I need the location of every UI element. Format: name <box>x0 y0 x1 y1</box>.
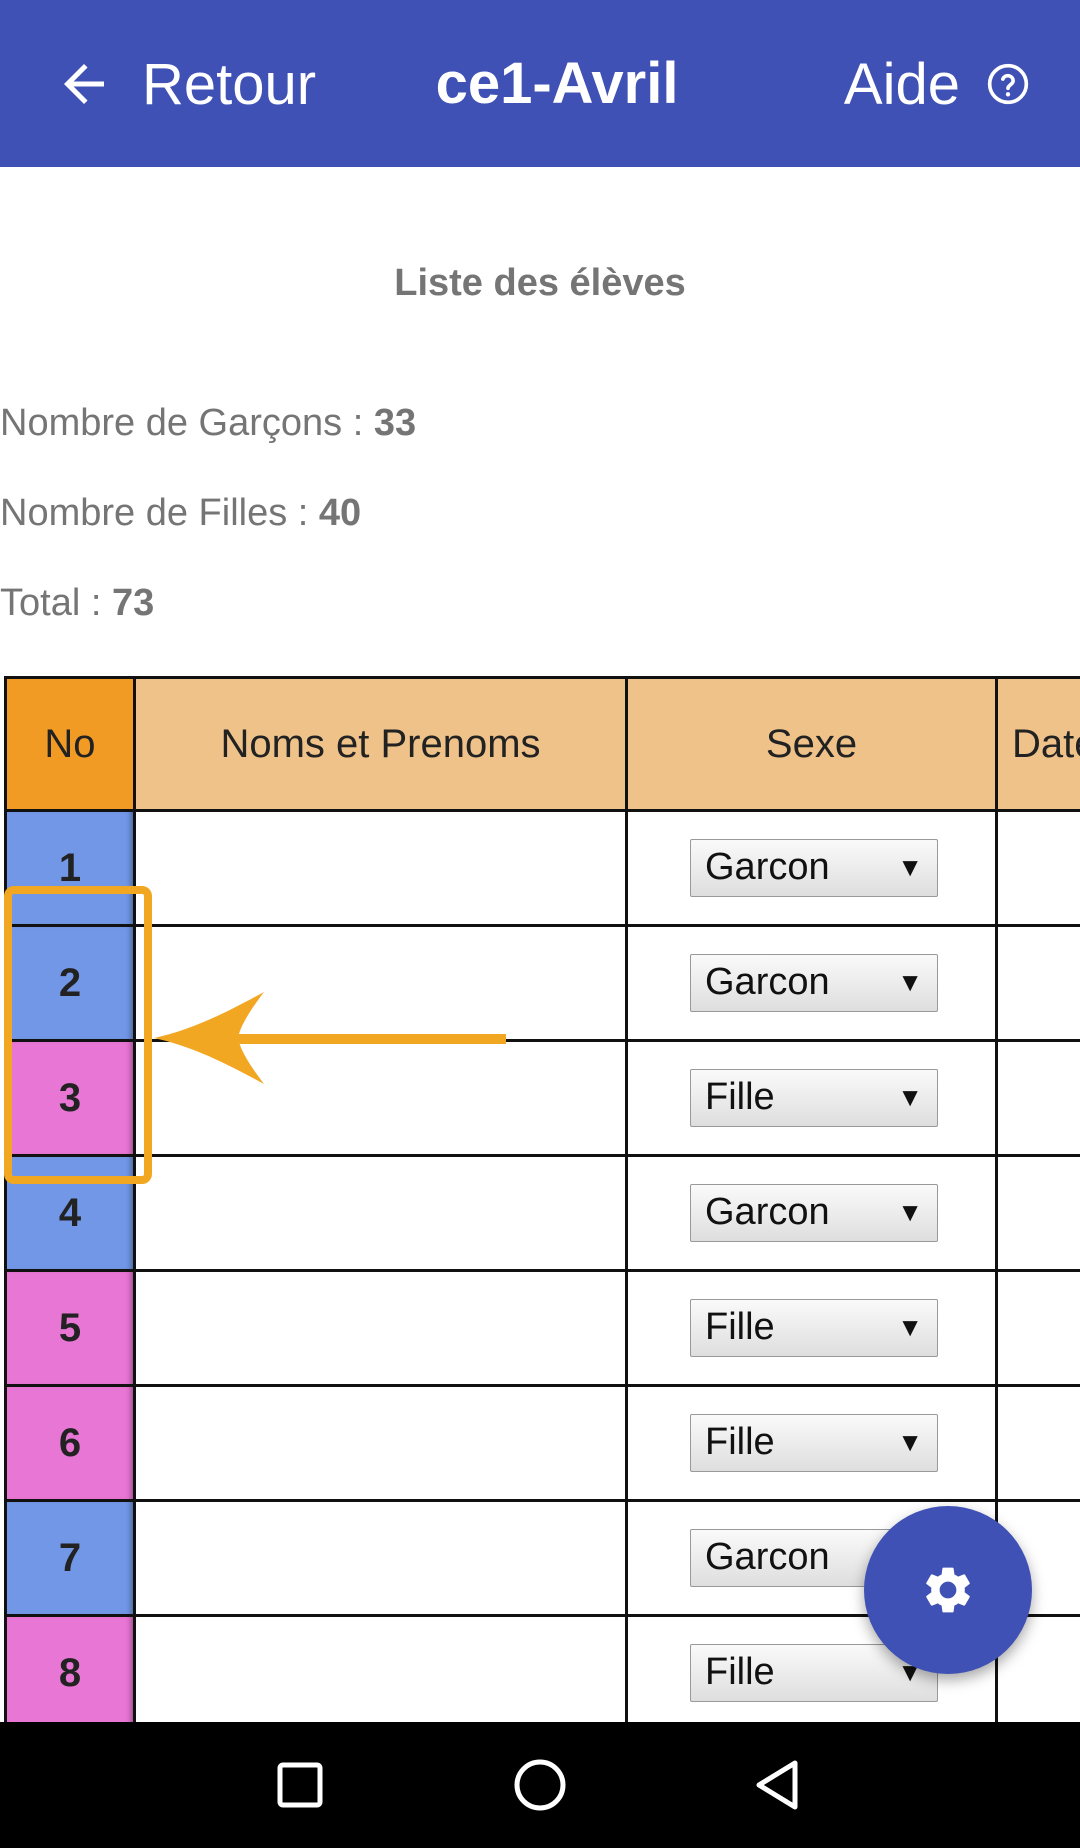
help-button[interactable]: Aide <box>844 44 1030 124</box>
student-name-cell[interactable] <box>136 1502 628 1617</box>
highlight-arrow-icon <box>154 992 506 1084</box>
gear-icon <box>926 1567 970 1613</box>
date-cell[interactable] <box>998 1157 1080 1272</box>
boys-count-text: Nombre de Garçons : 33 <box>0 402 416 445</box>
table-row: 1 Garcon ▼ <box>4 812 1080 927</box>
back-label: Retour <box>142 51 317 117</box>
date-cell[interactable] <box>998 812 1080 927</box>
sexe-select-value: Fille <box>705 1306 775 1348</box>
back-button[interactable]: Retour <box>54 44 316 124</box>
arrow-left-icon <box>64 64 104 104</box>
student-name-cell[interactable] <box>136 1272 628 1387</box>
sexe-select-value: Garcon <box>705 1191 830 1233</box>
page-title: ce1-Avril <box>435 51 679 116</box>
home-circle-icon <box>514 1759 566 1811</box>
settings-fab[interactable] <box>864 1506 1032 1674</box>
system-nav-bar <box>0 1722 1080 1848</box>
table-row: 6 Fille ▼ <box>4 1387 1080 1502</box>
sexe-select-value: Garcon <box>705 961 830 1003</box>
girls-count-text: Nombre de Filles : 40 <box>0 492 361 535</box>
sexe-select-value: Garcon <box>705 846 830 888</box>
column-header-sexe: Sexe <box>628 676 998 812</box>
student-name-cell[interactable] <box>136 1617 628 1732</box>
student-name-cell[interactable] <box>136 1157 628 1272</box>
sexe-select[interactable]: Garcon ▼ <box>690 839 938 897</box>
sexe-select-value: Fille <box>705 1421 775 1463</box>
row-number: 5 <box>4 1272 136 1387</box>
girls-count-label: Nombre de Filles : <box>0 492 319 534</box>
sexe-select-value: Fille <box>705 1651 775 1693</box>
back-triangle-icon <box>756 1760 798 1810</box>
sexe-select[interactable]: Fille ▼ <box>690 1299 938 1357</box>
help-circle-icon <box>987 63 1029 105</box>
dropdown-caret-icon: ▼ <box>897 1082 923 1112</box>
total-count-value: 73 <box>111 582 155 624</box>
total-count-text: Total : 73 <box>0 582 154 625</box>
recents-square-icon <box>277 1762 323 1808</box>
sexe-cell: Fille ▼ <box>628 1042 998 1157</box>
boys-count-label: Nombre de Garçons : <box>0 402 374 444</box>
sexe-select-value: Fille <box>705 1076 775 1118</box>
sexe-cell: Garcon ▼ <box>628 927 998 1042</box>
dropdown-caret-icon: ▼ <box>897 1197 923 1227</box>
date-cell[interactable] <box>998 927 1080 1042</box>
highlight-box <box>4 886 152 1184</box>
row-number: 6 <box>4 1387 136 1502</box>
table-row: 4 Garcon ▼ <box>4 1157 1080 1272</box>
sexe-cell: Garcon ▼ <box>628 812 998 927</box>
column-header-no: No <box>4 676 136 812</box>
student-name-cell[interactable] <box>136 812 628 927</box>
total-count-label: Total : <box>0 582 112 624</box>
dropdown-caret-icon: ▼ <box>897 852 923 882</box>
boys-count-value: 33 <box>373 402 417 444</box>
girls-count-value: 40 <box>318 492 362 534</box>
date-cell[interactable] <box>998 1387 1080 1502</box>
table-row: 5 Fille ▼ <box>4 1272 1080 1387</box>
column-header-date: Date <box>998 676 1080 812</box>
date-cell[interactable] <box>998 1042 1080 1157</box>
row-number: 7 <box>4 1502 136 1617</box>
column-header-name: Noms et Prenoms <box>136 676 628 812</box>
dropdown-caret-icon: ▼ <box>897 967 923 997</box>
sexe-select[interactable]: Garcon ▼ <box>690 1184 938 1242</box>
list-title: Liste des élèves <box>394 262 686 304</box>
recents-button[interactable] <box>267 1752 333 1818</box>
dropdown-caret-icon: ▼ <box>897 1312 923 1342</box>
sexe-cell: Fille ▼ <box>628 1387 998 1502</box>
sexe-select-value: Garcon <box>705 1536 830 1578</box>
sexe-select[interactable]: Fille ▼ <box>690 1414 938 1472</box>
app-bar: Retour ce1-Avril Aide <box>0 0 1080 167</box>
sexe-select[interactable]: Garcon ▼ <box>690 954 938 1012</box>
help-label: Aide <box>843 51 960 117</box>
student-name-cell[interactable] <box>136 1387 628 1502</box>
date-cell[interactable] <box>998 1272 1080 1387</box>
system-back-button[interactable] <box>747 1752 813 1818</box>
dropdown-caret-icon: ▼ <box>897 1427 923 1457</box>
home-button[interactable] <box>507 1752 573 1818</box>
sexe-cell: Garcon ▼ <box>628 1157 998 1272</box>
sexe-cell: Fille ▼ <box>628 1272 998 1387</box>
sexe-select[interactable]: Fille ▼ <box>690 1069 938 1127</box>
row-number: 8 <box>4 1617 136 1732</box>
